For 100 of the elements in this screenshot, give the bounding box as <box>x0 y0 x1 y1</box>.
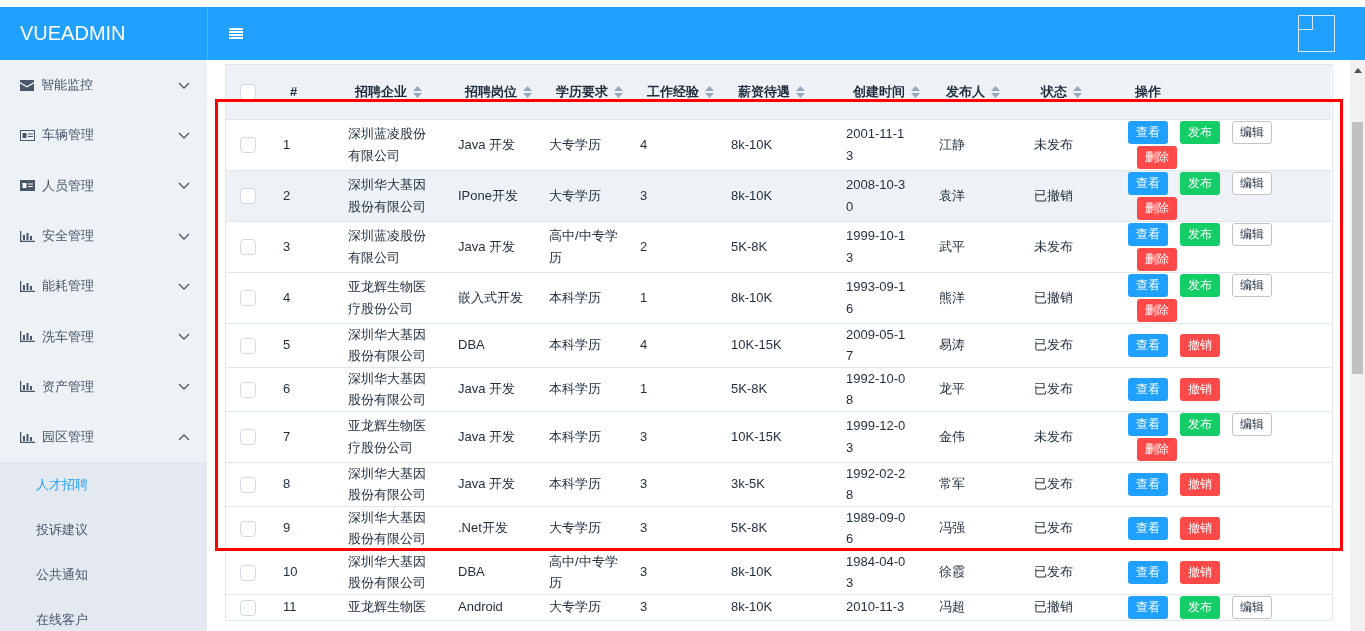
table-cell: 深圳蓝凌股份有限公司 <box>348 126 426 163</box>
window-icon[interactable] <box>1298 15 1335 52</box>
chevron-down-icon <box>178 232 190 240</box>
table-cell: 7 <box>283 428 291 444</box>
row-checkbox[interactable] <box>240 137 256 154</box>
sort-icon[interactable] <box>523 86 532 99</box>
publish-button[interactable]: 发布 <box>1180 595 1220 619</box>
delete-button[interactable]: 删除 <box>1137 437 1177 461</box>
table-cell: 金伟 <box>939 428 965 444</box>
delete-button[interactable]: 删除 <box>1137 247 1177 271</box>
submenu-item[interactable]: 公共通知 <box>0 552 207 598</box>
delete-button[interactable]: 删除 <box>1137 145 1177 169</box>
table-cell: 10 <box>283 564 298 580</box>
envelope-icon <box>20 79 34 91</box>
publish-button[interactable]: 发布 <box>1180 222 1220 246</box>
edit-button[interactable]: 编辑 <box>1232 595 1272 619</box>
chevron-down-icon <box>178 383 190 391</box>
row-checkbox[interactable] <box>240 188 256 205</box>
table-cell: DBA <box>458 337 485 353</box>
table-cell: 1 <box>640 381 648 397</box>
sidebar-label: 洗车管理 <box>42 327 95 346</box>
row-checkbox[interactable] <box>240 381 256 398</box>
table-cell: 深圳华大基因股份有限公司 <box>348 177 426 214</box>
view-button[interactable]: 查看 <box>1128 412 1168 436</box>
sort-icon[interactable] <box>911 86 920 99</box>
sidebar-item[interactable]: 资产管理 <box>0 361 207 413</box>
edit-button[interactable]: 编辑 <box>1232 412 1272 436</box>
sort-icon[interactable] <box>705 86 714 99</box>
delete-button[interactable]: 撤销 <box>1180 377 1220 401</box>
scroll-up-icon[interactable] <box>1354 68 1362 73</box>
sort-icon[interactable] <box>413 86 422 99</box>
table-cell: 江静 <box>939 136 965 152</box>
row-checkbox[interactable] <box>240 520 256 537</box>
submenu-item[interactable]: 人才招聘 <box>0 462 207 508</box>
sort-icon[interactable] <box>991 86 1000 99</box>
view-button[interactable]: 查看 <box>1128 273 1168 297</box>
publish-button[interactable]: 发布 <box>1180 273 1220 297</box>
delete-button[interactable]: 删除 <box>1137 196 1177 220</box>
scrollbar-thumb[interactable] <box>1352 122 1363 374</box>
publish-button[interactable]: 发布 <box>1180 120 1220 144</box>
sort-icon[interactable] <box>796 86 805 99</box>
table-cell: 8 <box>283 476 291 492</box>
view-button[interactable]: 查看 <box>1128 171 1168 195</box>
table-cell: 11 <box>283 599 297 615</box>
row-checkbox[interactable] <box>240 290 256 307</box>
sidebar-item[interactable]: 车辆管理 <box>0 110 207 161</box>
edit-button[interactable]: 编辑 <box>1232 171 1272 195</box>
table-cell: 1992-10-08 <box>846 370 906 407</box>
table-cell: 高中/中专学历 <box>549 553 618 590</box>
table-cell: 未发布 <box>1034 136 1073 152</box>
sidebar-label: 车辆管理 <box>42 126 95 145</box>
submenu-item[interactable]: 投诉建议 <box>0 507 207 553</box>
sidebar-label: 能耗管理 <box>42 277 95 296</box>
delete-button[interactable]: 删除 <box>1137 298 1177 322</box>
sidebar-item[interactable]: 人员管理 <box>0 160 207 211</box>
publish-button[interactable]: 发布 <box>1180 171 1220 195</box>
sort-icon[interactable] <box>614 86 623 99</box>
view-button[interactable]: 查看 <box>1128 595 1168 619</box>
select-all-checkbox[interactable] <box>240 84 256 101</box>
submenu-item[interactable]: 在线客户 <box>0 597 207 631</box>
table-cell: 3 <box>640 564 648 580</box>
sidebar-item[interactable]: 能耗管理 <box>0 261 207 312</box>
sidebar-label: 园区管理 <box>42 428 95 447</box>
sidebar-item[interactable]: 园区管理 <box>0 412 207 463</box>
table-cell: 武平 <box>939 238 965 254</box>
edit-button[interactable]: 编辑 <box>1232 273 1272 297</box>
delete-button[interactable]: 撤销 <box>1180 472 1220 496</box>
sidebar-item[interactable]: 智能监控 <box>0 60 207 111</box>
chevron-down-icon <box>178 182 190 190</box>
row-checkbox[interactable] <box>240 429 256 446</box>
bar-chart-icon <box>20 280 35 292</box>
view-button[interactable]: 查看 <box>1128 377 1168 401</box>
menu-icon[interactable] <box>229 28 243 39</box>
view-button[interactable]: 查看 <box>1128 560 1168 584</box>
view-button[interactable]: 查看 <box>1128 472 1168 496</box>
table-cell: 高中/中专学历 <box>549 228 618 265</box>
publish-button[interactable]: 发布 <box>1180 412 1220 436</box>
sidebar-item[interactable]: 洗车管理 <box>0 311 207 362</box>
delete-button[interactable]: 撤销 <box>1180 333 1220 357</box>
sidebar-item[interactable]: 安全管理 <box>0 210 207 262</box>
edit-button[interactable]: 编辑 <box>1232 120 1272 144</box>
delete-button[interactable]: 撤销 <box>1180 516 1220 540</box>
table-cell: 10K-15K <box>731 337 782 353</box>
edit-button[interactable]: 编辑 <box>1232 222 1272 246</box>
row-checkbox[interactable] <box>240 599 256 616</box>
column-header: 发布人 <box>946 84 985 100</box>
row-checkbox[interactable] <box>240 239 256 256</box>
row-checkbox[interactable] <box>240 337 256 354</box>
scrollbar[interactable] <box>1350 60 1365 631</box>
row-checkbox[interactable] <box>240 476 256 493</box>
sort-icon[interactable] <box>1073 86 1082 99</box>
table-cell: 2 <box>640 238 648 254</box>
view-button[interactable]: 查看 <box>1128 516 1168 540</box>
view-button[interactable]: 查看 <box>1128 333 1168 357</box>
table-cell: 1 <box>640 289 648 305</box>
view-button[interactable]: 查看 <box>1128 222 1168 246</box>
view-button[interactable]: 查看 <box>1128 120 1168 144</box>
row-checkbox[interactable] <box>240 564 256 581</box>
delete-button[interactable]: 撤销 <box>1180 560 1220 584</box>
table-cell: 熊洋 <box>939 289 965 305</box>
